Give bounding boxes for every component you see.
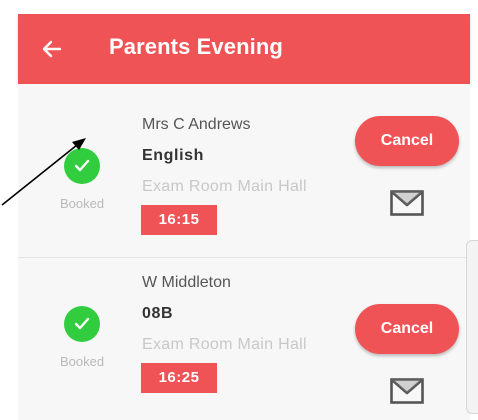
teacher-name: W Middleton xyxy=(142,274,231,291)
appointment-card: Booked W Middleton 08B Exam Room Main Ha… xyxy=(18,258,470,420)
room-name: Exam Room Main Hall xyxy=(142,178,307,195)
checkmark-circle-icon xyxy=(64,306,100,342)
room-name: Exam Room Main Hall xyxy=(142,336,307,353)
time-badge: 16:15 xyxy=(141,205,217,235)
subject-name: 08B xyxy=(142,305,174,322)
envelope-icon[interactable] xyxy=(390,190,424,216)
page-title: Parents Evening xyxy=(109,34,283,59)
time-badge: 16:25 xyxy=(141,363,217,393)
annotation-arrow-icon xyxy=(1,138,86,206)
arrow-left-icon[interactable] xyxy=(40,37,64,61)
status-label: Booked xyxy=(59,354,105,369)
app-header: Parents Evening xyxy=(18,14,470,84)
app-screen: Parents Evening Booked Mrs C Andrews Eng… xyxy=(0,0,478,420)
cancel-button[interactable]: Cancel xyxy=(355,116,459,166)
subject-name: English xyxy=(142,147,204,164)
side-panel-edge xyxy=(466,240,478,414)
envelope-icon[interactable] xyxy=(390,378,424,404)
cancel-button[interactable]: Cancel xyxy=(355,304,459,354)
teacher-name: Mrs C Andrews xyxy=(142,116,251,133)
